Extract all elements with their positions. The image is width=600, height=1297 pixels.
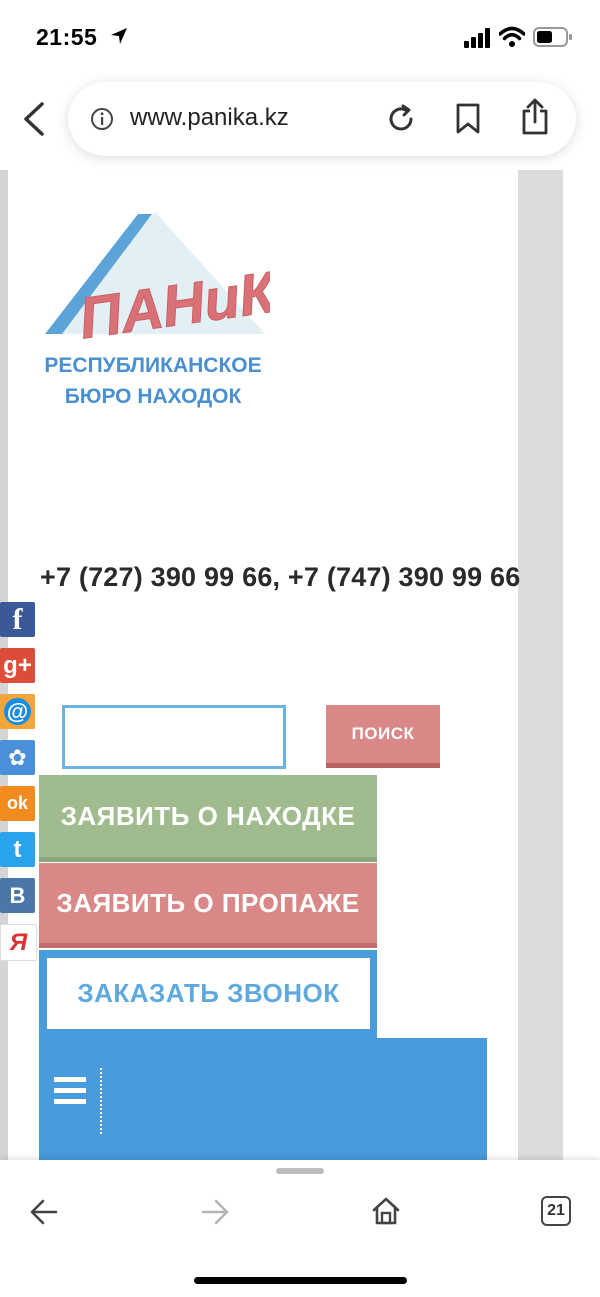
google-plus-icon[interactable]: g+ (0, 648, 35, 683)
twitter-icon[interactable]: t (0, 832, 35, 867)
search-input[interactable] (62, 705, 286, 769)
vkontakte-icon[interactable]: B (0, 878, 35, 913)
info-icon[interactable] (90, 107, 114, 136)
toolbar-grabber[interactable] (276, 1168, 324, 1174)
location-arrow-icon (110, 24, 128, 51)
home-icon[interactable] (371, 1196, 401, 1231)
logo-caption-line1: РЕСПУБЛИКАНСКОЕ (44, 354, 262, 377)
yandex-icon[interactable]: Я (0, 924, 37, 961)
page-right-gutter (563, 170, 600, 1160)
status-time: 21:55 (36, 24, 128, 51)
cellular-signal-icon (464, 28, 492, 53)
bookmark-icon[interactable] (455, 103, 481, 140)
url-text[interactable]: www.panika.kz (130, 104, 289, 132)
odnoklassniki-icon[interactable]: ok (0, 786, 35, 821)
site-logo[interactable]: ПАНиКа (40, 210, 312, 352)
my-world-icon[interactable]: ✿ (0, 740, 35, 775)
battery-icon (533, 27, 573, 52)
page-right-border (518, 170, 563, 1160)
reload-icon[interactable] (386, 104, 416, 139)
home-indicator[interactable] (194, 1277, 407, 1284)
back-nav-icon[interactable] (22, 102, 46, 141)
report-lost-button[interactable]: ЗАЯВИТЬ О ПРОПАЖЕ (39, 863, 377, 948)
order-call-button[interactable]: ЗАКАЗАТЬ ЗВОНОК (47, 958, 370, 1029)
forward-arrow-icon[interactable] (201, 1199, 229, 1230)
mail-ru-glyph: @ (4, 698, 31, 725)
logo-caption-line2: БЮРО НАХОДОК (64, 385, 242, 408)
facebook-icon[interactable]: f (0, 602, 35, 637)
logo-caption: РЕСПУБЛИКАНСКОЕ БЮРО НАХОДОК (38, 350, 268, 412)
report-found-button[interactable]: ЗАЯВИТЬ О НАХОДКЕ (39, 775, 377, 862)
wifi-icon (498, 26, 526, 53)
menu-divider (100, 1068, 102, 1134)
back-arrow-icon[interactable] (30, 1199, 58, 1230)
contact-phones[interactable]: +7 (727) 390 99 66, +7 (747) 390 99 66 (40, 562, 520, 593)
hamburger-menu-icon[interactable] (54, 1077, 86, 1105)
share-icon[interactable] (520, 98, 550, 141)
mail-ru-icon[interactable]: @ (0, 694, 35, 729)
tabs-button[interactable]: 21 (541, 1196, 571, 1226)
nav-menu-bar (39, 1038, 487, 1160)
search-button[interactable]: ПОИСК (326, 705, 440, 768)
